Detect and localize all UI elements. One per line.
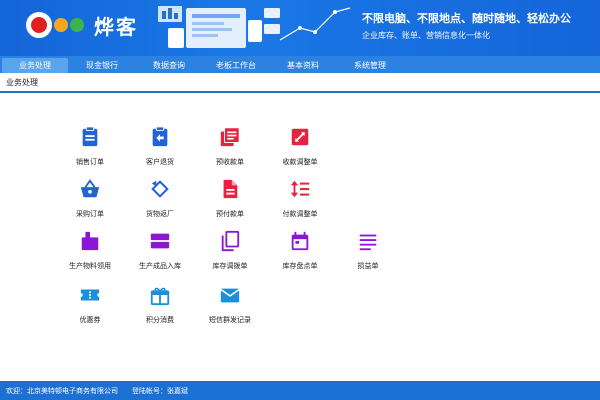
document-stack-icon bbox=[220, 127, 240, 147]
brand-name: 烨客 bbox=[94, 14, 138, 39]
tab-data-query[interactable]: 数据查询 bbox=[136, 58, 202, 73]
tab-business[interactable]: 业务处理 bbox=[2, 58, 68, 73]
tab-system[interactable]: 系统管理 bbox=[337, 58, 403, 73]
tile-label: 预收款单 bbox=[216, 158, 244, 166]
basket-icon bbox=[80, 179, 100, 198]
tile-purchase-order[interactable]: 采购订单 bbox=[60, 178, 120, 228]
tile-goods-return-factory[interactable]: 货物返厂 bbox=[130, 178, 190, 228]
app-header: 烨客 不限电脑、不限地点、随时随地、轻松办公 企业库存、账单、营销信息化一体化 bbox=[0, 0, 600, 56]
status-footer: 欢迎：北京美特顿电子商务有限公司 登陆帐号：张嘉斌 bbox=[0, 381, 600, 400]
sort-list-icon bbox=[290, 180, 310, 198]
tile-profit-loss[interactable]: 损益单 bbox=[338, 230, 398, 280]
tile-sales-order[interactable]: 销售订单 bbox=[60, 126, 120, 176]
edit-square-icon bbox=[291, 128, 309, 146]
tile-label: 库存盘点单 bbox=[282, 262, 318, 270]
breadcrumb: 业务处理 bbox=[0, 73, 600, 93]
tile-label: 货物返厂 bbox=[146, 210, 174, 218]
lines-icon bbox=[359, 234, 377, 251]
footer-welcome: 欢迎：北京美特顿电子商务有限公司 bbox=[6, 386, 118, 395]
slogan-main: 不限电脑、不限地点、随时随地、轻松办公 bbox=[362, 12, 571, 25]
copy-icon bbox=[221, 230, 240, 252]
return-arrow-icon bbox=[152, 126, 168, 147]
tile-label: 生产成品入库 bbox=[139, 262, 181, 270]
tile-label: 销售订单 bbox=[76, 158, 104, 166]
tile-label: 损益单 bbox=[357, 262, 379, 270]
pick-material-icon bbox=[81, 231, 99, 251]
clipboard-icon bbox=[82, 126, 98, 147]
gift-icon bbox=[150, 287, 170, 306]
tab-boss-desk[interactable]: 老板工作台 bbox=[203, 58, 269, 73]
tile-advance-receipt[interactable]: 预收款单 bbox=[200, 126, 260, 176]
calendar-icon bbox=[291, 231, 309, 251]
tile-label: 付款调整单 bbox=[282, 210, 318, 218]
mail-icon bbox=[220, 288, 240, 303]
footer-account: 登陆帐号：张嘉斌 bbox=[132, 386, 188, 395]
rotate-icon bbox=[151, 180, 169, 198]
brand-logo: 烨客 bbox=[26, 8, 138, 42]
tab-basic-data[interactable]: 基本资料 bbox=[270, 58, 336, 73]
tile-points-consume[interactable]: 积分消费 bbox=[130, 284, 190, 334]
main-nav: 业务处理 现金银行 数据查询 老板工作台 基本资料 系统管理 bbox=[0, 56, 600, 73]
ticket-icon bbox=[80, 289, 100, 301]
header-illustration bbox=[158, 6, 351, 48]
tile-advance-payment[interactable]: 预付款单 bbox=[200, 178, 260, 228]
tile-stock-transfer[interactable]: 库存调拨单 bbox=[200, 230, 260, 280]
header-slogan: 不限电脑、不限地点、随时随地、轻松办公 企业库存、账单、营销信息化一体化 bbox=[362, 10, 571, 41]
tab-cash-bank[interactable]: 现金银行 bbox=[69, 58, 135, 73]
tile-customer-return[interactable]: 客户退货 bbox=[130, 126, 190, 176]
tile-label: 采购订单 bbox=[76, 210, 104, 218]
tile-stock-count[interactable]: 库存盘点单 bbox=[270, 230, 330, 280]
tile-label: 客户退货 bbox=[146, 158, 174, 166]
tile-payment-adjust[interactable]: 付款调整单 bbox=[270, 178, 330, 228]
tile-label: 短信群发记录 bbox=[209, 316, 251, 324]
tile-label: 生产物料领用 bbox=[69, 262, 111, 270]
storage-icon bbox=[150, 233, 170, 249]
function-grid: 销售订单 客户退货 预收款单 收款调整单 采购订单 货物返厂 预付款单 付款调整… bbox=[60, 126, 460, 326]
tile-material-pick[interactable]: 生产物料领用 bbox=[60, 230, 120, 280]
tile-label: 收款调整单 bbox=[282, 158, 318, 166]
tile-receipt-adjust[interactable]: 收款调整单 bbox=[270, 126, 330, 176]
tile-label: 库存调拨单 bbox=[212, 262, 248, 270]
logo-circles-icon bbox=[26, 12, 84, 38]
tile-label: 预付款单 bbox=[216, 210, 244, 218]
tile-finished-goods-in[interactable]: 生产成品入库 bbox=[130, 230, 190, 280]
file-icon bbox=[223, 179, 238, 199]
tile-label: 积分消费 bbox=[146, 316, 174, 324]
tile-label: 优惠券 bbox=[79, 316, 101, 324]
tile-coupon[interactable]: 优惠券 bbox=[60, 284, 120, 334]
slogan-sub: 企业库存、账单、营销信息化一体化 bbox=[362, 31, 490, 40]
tile-sms-log[interactable]: 短信群发记录 bbox=[200, 284, 260, 334]
